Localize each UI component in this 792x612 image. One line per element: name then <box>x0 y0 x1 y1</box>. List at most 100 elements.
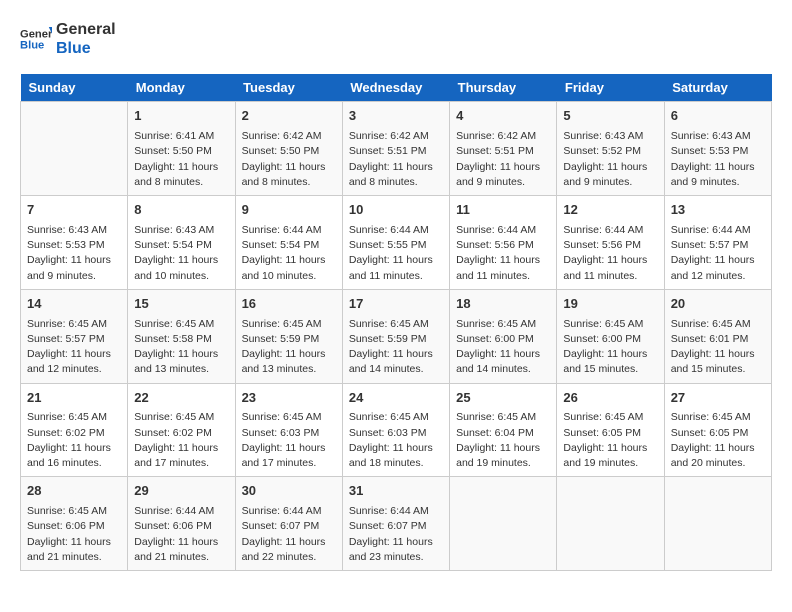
daylight: Daylight: 11 hours and 20 minutes. <box>671 441 765 471</box>
daylight: Daylight: 11 hours and 11 minutes. <box>563 253 657 283</box>
sunrise: Sunrise: 6:43 AM <box>134 223 228 238</box>
calendar-cell: 11 Sunrise: 6:44 AM Sunset: 5:56 PM Dayl… <box>450 196 557 290</box>
daylight: Daylight: 11 hours and 13 minutes. <box>242 347 336 377</box>
calendar-cell <box>450 477 557 571</box>
daylight: Daylight: 11 hours and 22 minutes. <box>242 535 336 565</box>
column-header-tuesday: Tuesday <box>235 74 342 102</box>
logo-icon: General Blue <box>20 23 52 55</box>
sunrise: Sunrise: 6:44 AM <box>242 223 336 238</box>
day-number: 26 <box>563 389 657 408</box>
daylight: Daylight: 11 hours and 18 minutes. <box>349 441 443 471</box>
sunset: Sunset: 6:05 PM <box>563 426 657 441</box>
sunset: Sunset: 6:04 PM <box>456 426 550 441</box>
sunrise: Sunrise: 6:44 AM <box>456 223 550 238</box>
column-header-thursday: Thursday <box>450 74 557 102</box>
calendar-cell: 26 Sunrise: 6:45 AM Sunset: 6:05 PM Dayl… <box>557 383 664 477</box>
calendar-cell: 10 Sunrise: 6:44 AM Sunset: 5:55 PM Dayl… <box>342 196 449 290</box>
calendar-cell: 6 Sunrise: 6:43 AM Sunset: 5:53 PM Dayli… <box>664 102 771 196</box>
day-number: 30 <box>242 482 336 501</box>
day-number: 9 <box>242 201 336 220</box>
daylight: Daylight: 11 hours and 8 minutes. <box>349 160 443 190</box>
daylight: Daylight: 11 hours and 8 minutes. <box>134 160 228 190</box>
sunrise: Sunrise: 6:44 AM <box>563 223 657 238</box>
day-number: 14 <box>27 295 121 314</box>
sunrise: Sunrise: 6:45 AM <box>349 410 443 425</box>
calendar-cell: 25 Sunrise: 6:45 AM Sunset: 6:04 PM Dayl… <box>450 383 557 477</box>
sunrise: Sunrise: 6:45 AM <box>27 410 121 425</box>
calendar-cell: 3 Sunrise: 6:42 AM Sunset: 5:51 PM Dayli… <box>342 102 449 196</box>
sunset: Sunset: 6:06 PM <box>27 519 121 534</box>
sunset: Sunset: 5:53 PM <box>671 144 765 159</box>
daylight: Daylight: 11 hours and 14 minutes. <box>349 347 443 377</box>
calendar-cell: 21 Sunrise: 6:45 AM Sunset: 6:02 PM Dayl… <box>21 383 128 477</box>
calendar-cell: 29 Sunrise: 6:44 AM Sunset: 6:06 PM Dayl… <box>128 477 235 571</box>
calendar-cell: 16 Sunrise: 6:45 AM Sunset: 5:59 PM Dayl… <box>235 289 342 383</box>
daylight: Daylight: 11 hours and 19 minutes. <box>456 441 550 471</box>
sunrise: Sunrise: 6:44 AM <box>242 504 336 519</box>
column-header-monday: Monday <box>128 74 235 102</box>
day-number: 22 <box>134 389 228 408</box>
day-number: 1 <box>134 107 228 126</box>
svg-text:Blue: Blue <box>20 40 44 52</box>
day-number: 13 <box>671 201 765 220</box>
sunset: Sunset: 5:54 PM <box>134 238 228 253</box>
daylight: Daylight: 11 hours and 13 minutes. <box>134 347 228 377</box>
calendar-cell: 23 Sunrise: 6:45 AM Sunset: 6:03 PM Dayl… <box>235 383 342 477</box>
calendar-table: SundayMondayTuesdayWednesdayThursdayFrid… <box>20 74 772 571</box>
svg-text:General: General <box>20 29 52 41</box>
calendar-cell <box>21 102 128 196</box>
column-header-wednesday: Wednesday <box>342 74 449 102</box>
sunrise: Sunrise: 6:45 AM <box>456 317 550 332</box>
day-number: 15 <box>134 295 228 314</box>
calendar-cell: 30 Sunrise: 6:44 AM Sunset: 6:07 PM Dayl… <box>235 477 342 571</box>
sunrise: Sunrise: 6:42 AM <box>456 129 550 144</box>
day-number: 25 <box>456 389 550 408</box>
sunrise: Sunrise: 6:44 AM <box>349 504 443 519</box>
sunrise: Sunrise: 6:44 AM <box>134 504 228 519</box>
daylight: Daylight: 11 hours and 9 minutes. <box>27 253 121 283</box>
column-header-saturday: Saturday <box>664 74 771 102</box>
sunrise: Sunrise: 6:43 AM <box>671 129 765 144</box>
calendar-cell <box>557 477 664 571</box>
day-number: 28 <box>27 482 121 501</box>
calendar-cell: 28 Sunrise: 6:45 AM Sunset: 6:06 PM Dayl… <box>21 477 128 571</box>
sunset: Sunset: 5:51 PM <box>456 144 550 159</box>
daylight: Daylight: 11 hours and 11 minutes. <box>349 253 443 283</box>
day-number: 4 <box>456 107 550 126</box>
calendar-cell: 22 Sunrise: 6:45 AM Sunset: 6:02 PM Dayl… <box>128 383 235 477</box>
day-number: 29 <box>134 482 228 501</box>
sunset: Sunset: 6:06 PM <box>134 519 228 534</box>
sunset: Sunset: 5:50 PM <box>134 144 228 159</box>
calendar-cell: 7 Sunrise: 6:43 AM Sunset: 5:53 PM Dayli… <box>21 196 128 290</box>
daylight: Daylight: 11 hours and 15 minutes. <box>563 347 657 377</box>
day-number: 24 <box>349 389 443 408</box>
sunset: Sunset: 5:54 PM <box>242 238 336 253</box>
sunset: Sunset: 6:03 PM <box>349 426 443 441</box>
sunrise: Sunrise: 6:41 AM <box>134 129 228 144</box>
daylight: Daylight: 11 hours and 21 minutes. <box>27 535 121 565</box>
column-header-friday: Friday <box>557 74 664 102</box>
sunrise: Sunrise: 6:45 AM <box>134 317 228 332</box>
daylight: Daylight: 11 hours and 12 minutes. <box>671 253 765 283</box>
sunrise: Sunrise: 6:43 AM <box>563 129 657 144</box>
sunset: Sunset: 5:50 PM <box>242 144 336 159</box>
calendar-cell: 2 Sunrise: 6:42 AM Sunset: 5:50 PM Dayli… <box>235 102 342 196</box>
sunset: Sunset: 5:57 PM <box>27 332 121 347</box>
day-number: 31 <box>349 482 443 501</box>
day-number: 10 <box>349 201 443 220</box>
day-number: 21 <box>27 389 121 408</box>
logo-general-text: General <box>56 20 116 39</box>
sunrise: Sunrise: 6:45 AM <box>27 317 121 332</box>
day-number: 11 <box>456 201 550 220</box>
sunrise: Sunrise: 6:45 AM <box>563 317 657 332</box>
daylight: Daylight: 11 hours and 14 minutes. <box>456 347 550 377</box>
calendar-cell: 8 Sunrise: 6:43 AM Sunset: 5:54 PM Dayli… <box>128 196 235 290</box>
day-number: 8 <box>134 201 228 220</box>
day-number: 23 <box>242 389 336 408</box>
sunset: Sunset: 6:00 PM <box>563 332 657 347</box>
sunset: Sunset: 5:59 PM <box>242 332 336 347</box>
calendar-cell <box>664 477 771 571</box>
calendar-cell: 24 Sunrise: 6:45 AM Sunset: 6:03 PM Dayl… <box>342 383 449 477</box>
sunset: Sunset: 6:00 PM <box>456 332 550 347</box>
day-number: 7 <box>27 201 121 220</box>
